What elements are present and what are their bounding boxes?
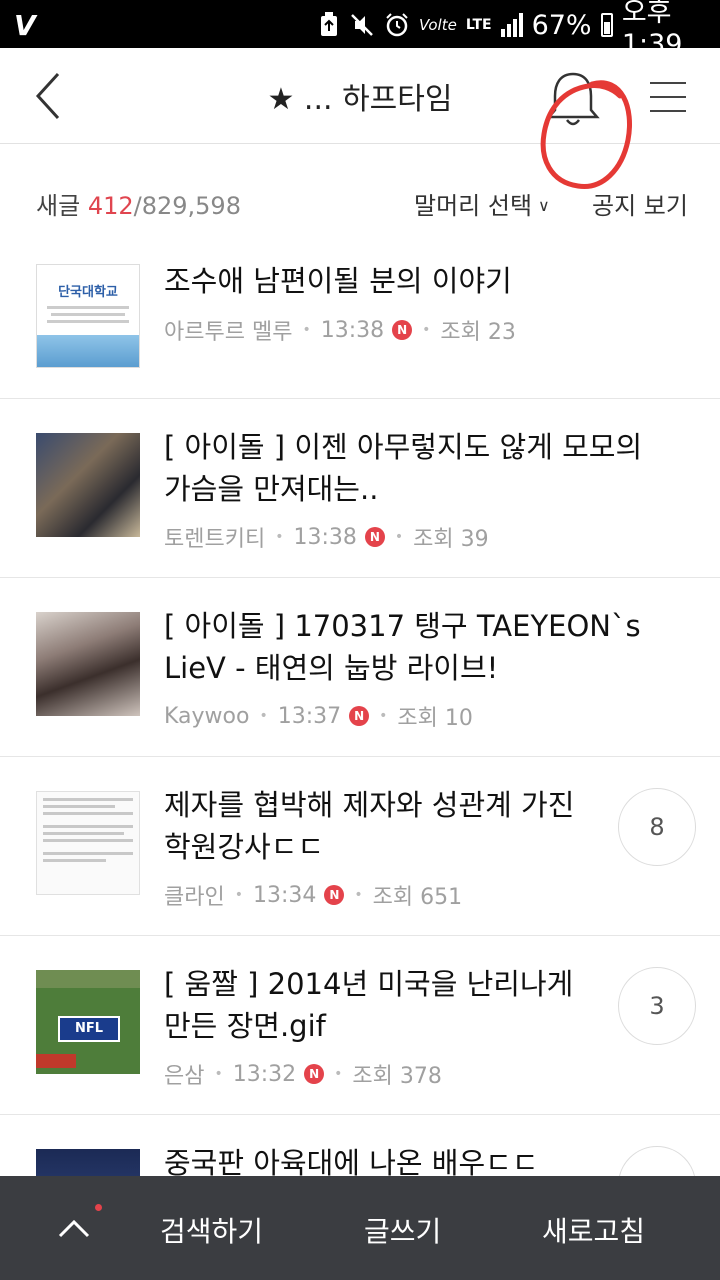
post-thumbnail (36, 1149, 140, 1176)
post-author: 클라인 (164, 885, 225, 910)
post-author: 토렌트키티 (164, 527, 266, 552)
filter-label: 말머리 선택 (414, 192, 533, 220)
comment-count[interactable]: 8 (618, 788, 696, 866)
total-count: /829,598 (133, 192, 241, 220)
post-time: 13:38 (293, 524, 357, 550)
usb-icon (318, 11, 340, 39)
new-badge: N (324, 885, 345, 905)
new-count: 412 (87, 192, 134, 220)
post-count: 새글 412/829,598 (36, 186, 241, 221)
post-author: 은삼 (164, 1064, 205, 1089)
post-item[interactable]: [ 아이돌 ] 이젠 아무렇지도 않게 모모의 가슴을 만져대는.. 토렌트키티… (0, 399, 720, 578)
post-item[interactable]: NFL [ 움짤 ] 2014년 미국을 난리나게 만든 장면.gif 은삼 • … (0, 936, 720, 1115)
post-meta: 아르투르 멜루 • 13:38 N • 조회 23 (164, 314, 516, 346)
board-title: ★ ... 하프타임 (267, 82, 453, 117)
alarm-icon (384, 11, 410, 39)
post-title: 조수애 남편이될 분의 이야기 (164, 264, 512, 298)
new-badge: N (349, 706, 370, 726)
post-time: 13:34 (253, 882, 317, 908)
notice-button[interactable]: 공지 보기 (592, 186, 688, 221)
post-list: 단국대학교 조수애 남편이될 분의 이야기 아르투르 멜루 • 13:38 N • 조… (0, 230, 720, 1176)
new-badge: N (364, 527, 385, 547)
chevron-down-icon: ∨ (538, 196, 550, 215)
post-time: 13:38 (320, 317, 385, 343)
post-thumbnail (36, 612, 140, 716)
carrier-logo: V (14, 9, 36, 42)
status-bar: V Volte LTE 67% 오후 1:39 (0, 0, 720, 60)
nfl-logo: NFL (58, 1016, 120, 1042)
post-item[interactable]: 단국대학교 조수애 남편이될 분의 이야기 아르투르 멜루 • 13:38 N • 조… (0, 230, 720, 399)
battery-percent: 67% (531, 9, 592, 41)
post-time: 13:32 (232, 1061, 297, 1087)
new-badge: N (392, 320, 413, 340)
post-title: 중국판 아육대에 나온 배우ㄷㄷ (164, 1146, 539, 1176)
count-label: 새글 (36, 192, 81, 220)
post-item[interactable]: 제자를 협박해 제자와 성관계 가진 학원강사ㄷㄷ 클라인 • 13:34 N • 조… (0, 757, 720, 936)
mute-icon (349, 11, 375, 39)
post-views: 조회 378 (352, 1064, 442, 1089)
chevron-up-icon (58, 1219, 90, 1238)
post-item[interactable]: [ 아이돌 ] 170317 탱구 TAEYEON`s LieV - 태연의 눕… (0, 578, 720, 757)
post-thumbnail: NFL (36, 970, 140, 1074)
post-meta: 클라인 • 13:34 N • 조회 651 (164, 879, 462, 911)
volte-label: Volte (419, 16, 457, 34)
post-time: 13:37 (277, 703, 342, 729)
lte-label: LTE (465, 17, 492, 33)
write-button[interactable]: 글쓰기 (364, 1210, 441, 1250)
refresh-button[interactable]: 새로고침 (542, 1210, 645, 1250)
new-badge: N (304, 1064, 325, 1084)
post-meta: Kaywoo • 13:37 N • 조회 10 (164, 700, 473, 732)
post-title: [ 아이돌 ] 이젠 아무렇지도 않게 모모의 가슴을 만져대는.. (164, 430, 643, 506)
post-title: [ 아이돌 ] 170317 탱구 TAEYEON`s LieV - 태연의 눕… (164, 609, 641, 685)
prefix-filter-button[interactable]: 말머리 선택 ∨ (414, 186, 550, 221)
post-author: Kaywoo (164, 703, 250, 729)
post-views: 조회 10 (397, 706, 473, 731)
post-thumbnail: 단국대학교 (36, 264, 140, 368)
signal-icon (500, 13, 523, 37)
post-thumbnail (36, 791, 140, 895)
post-thumbnail (36, 433, 140, 537)
status-icons: Volte LTE 67% 오후 1:39 (318, 0, 720, 60)
post-title: 제자를 협박해 제자와 성관계 가진 학원강사ㄷㄷ (164, 788, 575, 864)
post-views: 조회 39 (413, 527, 489, 552)
search-button[interactable]: 검색하기 (160, 1210, 263, 1250)
comment-count[interactable] (618, 1146, 696, 1176)
post-views: 조회 651 (372, 885, 463, 910)
post-meta: 은삼 • 13:32 N • 조회 378 (164, 1058, 442, 1090)
post-meta: 토렌트키티 • 13:38 N • 조회 39 (164, 521, 489, 553)
back-arrow-icon (35, 72, 60, 120)
post-title: [ 움짤 ] 2014년 미국을 난리나게 만든 장면.gif (164, 967, 574, 1043)
back-button[interactable] (26, 68, 76, 124)
post-item[interactable]: 중국판 아육대에 나온 배우ㄷㄷ (0, 1115, 720, 1176)
scroll-top-button[interactable] (52, 1208, 96, 1248)
post-views: 조회 23 (440, 320, 516, 345)
battery-icon (600, 13, 613, 37)
menu-button[interactable] (644, 74, 694, 122)
notification-dot (95, 1204, 102, 1211)
post-author: 아르투르 멜루 (164, 320, 293, 345)
app-header: ★ ... 하프타임 (0, 48, 720, 189)
comment-count[interactable]: 3 (618, 967, 696, 1045)
hamburger-icon (650, 82, 686, 84)
bottom-toolbar: 검색하기 글쓰기 새로고침 (0, 1176, 720, 1280)
